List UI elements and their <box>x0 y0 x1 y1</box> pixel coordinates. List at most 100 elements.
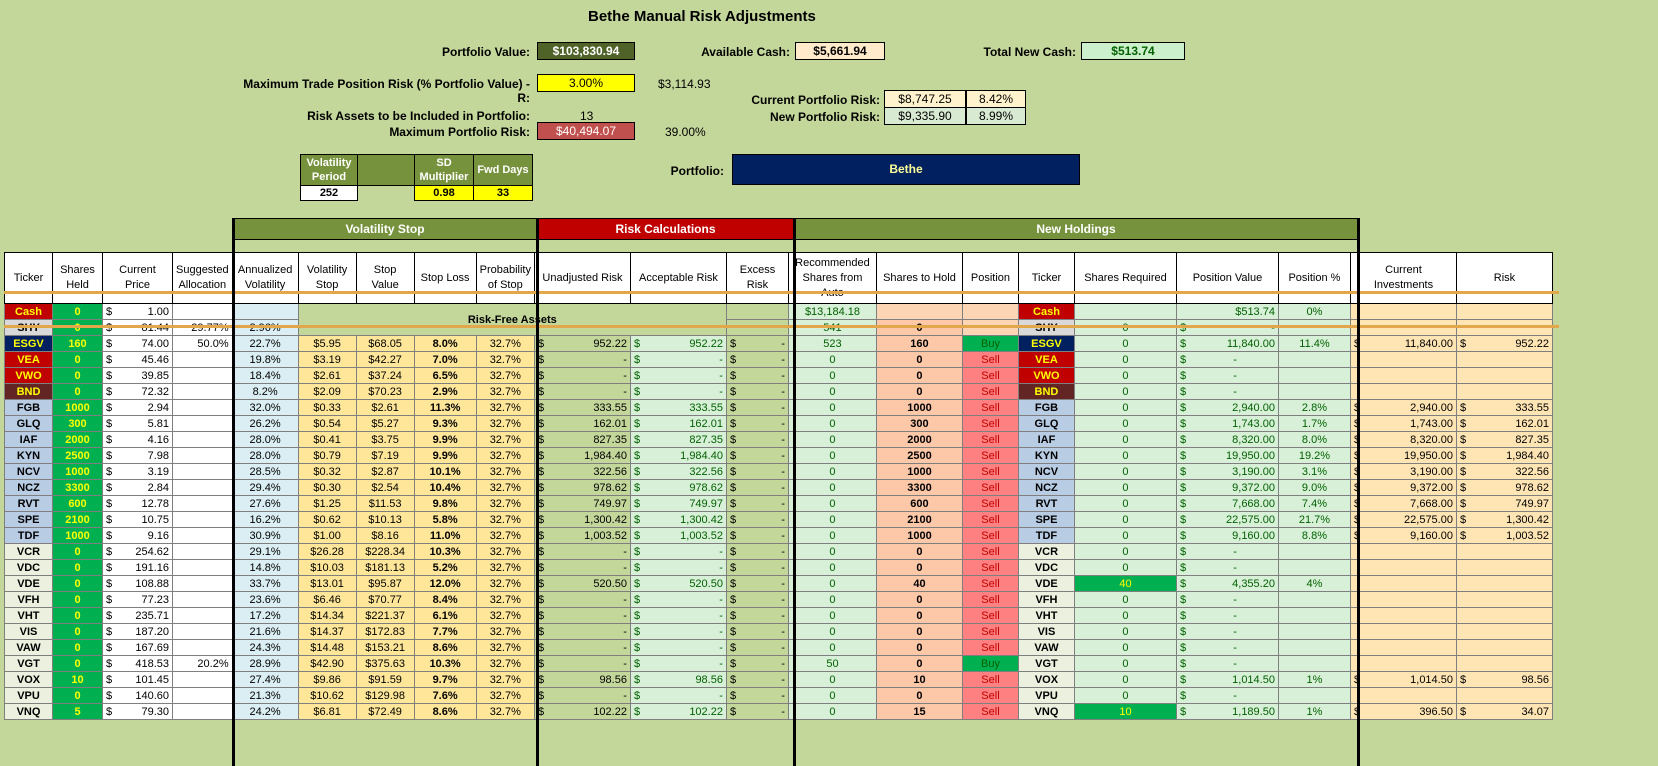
position-cell[interactable]: Sell <box>961 671 1019 688</box>
position-cell[interactable]: Sell <box>961 399 1019 416</box>
risk-cell <box>1455 575 1553 592</box>
stop-value-cell: $8.16 <box>355 527 415 544</box>
current-inv-cell <box>1349 543 1457 560</box>
acceptable-risk-cell: $ - <box>629 607 727 624</box>
cell-value: 9,372.00 <box>1232 481 1275 494</box>
position-cell[interactable]: Sell <box>961 431 1019 448</box>
shares-held-cell: 2500 <box>52 447 103 464</box>
position-cell[interactable]: Sell <box>961 367 1019 384</box>
position-cell[interactable]: Sell <box>961 495 1019 512</box>
current-price-cell: $418.53 <box>102 655 173 672</box>
cell-value: 1,003.52 <box>584 529 627 542</box>
cell-value: 1,300.42 <box>584 513 627 526</box>
required-cell <box>1073 303 1177 320</box>
position-cell[interactable]: Sell <box>961 687 1019 704</box>
position-cell[interactable]: Sell <box>961 527 1019 544</box>
portfolio-value[interactable]: $103,830.94 <box>537 42 635 60</box>
position-cell[interactable]: Sell <box>961 559 1019 576</box>
unadjusted-risk-cell: $ - <box>533 543 631 560</box>
position-cell[interactable]: Sell <box>961 639 1019 656</box>
recommended-cell: 0 <box>787 383 877 400</box>
excess-risk-cell: $ - <box>725 399 789 416</box>
recommended-cell: 0 <box>787 591 877 608</box>
position-cell[interactable]: Sell <box>961 479 1019 496</box>
acceptable-risk-cell: $952.22 <box>629 335 727 352</box>
position-cell[interactable]: Sell <box>961 623 1019 640</box>
position-cell[interactable]: Sell <box>961 383 1019 400</box>
currency-symbol: $ <box>729 545 737 558</box>
position-cell[interactable]: Buy <box>961 335 1019 352</box>
position-cell[interactable]: Sell <box>961 351 1019 368</box>
position-value-cell: $4,355.20 <box>1175 575 1279 592</box>
currency-symbol: $ <box>1179 465 1187 478</box>
currency-symbol: $ <box>633 657 641 670</box>
cell-value: 98.56 <box>695 673 723 686</box>
max-trade-risk-pct[interactable]: 3.00% <box>537 74 635 92</box>
current-inv-cell <box>1349 559 1457 576</box>
recommended-cell: 0 <box>787 559 877 576</box>
position-value-cell: $- <box>1175 559 1279 576</box>
available-cash[interactable]: $5,661.94 <box>795 42 885 60</box>
shares-held-cell: 1000 <box>52 527 103 544</box>
currency-symbol: $ <box>633 417 641 430</box>
position-cell[interactable]: Sell <box>961 703 1019 720</box>
position-cell[interactable]: Sell <box>961 415 1019 432</box>
column-header: Current Investments <box>1349 252 1457 304</box>
allocation-cell <box>172 399 233 416</box>
new-risk-pct: 8.99% <box>966 107 1026 125</box>
currency-symbol: $ <box>729 529 737 542</box>
shares-held-cell: 3300 <box>52 479 103 496</box>
position-cell[interactable]: Sell <box>961 463 1019 480</box>
ticker2-cell: VDC <box>1017 559 1075 576</box>
vol-stop-cell: $5.95 <box>297 335 357 352</box>
cell-value: - <box>719 353 723 366</box>
currency-symbol: $ <box>1179 673 1187 686</box>
current-inv-cell: $11,840.00 <box>1349 335 1457 352</box>
position-cell[interactable]: Sell <box>961 575 1019 592</box>
currency-symbol: $ <box>633 609 641 622</box>
fwd-days-value[interactable]: 33 <box>473 185 533 201</box>
probability-cell: 32.7% <box>475 367 535 384</box>
position-cell[interactable]: Sell <box>961 607 1019 624</box>
portfolio-name[interactable]: Bethe <box>732 154 1080 185</box>
acceptable-risk-cell: $1,003.52 <box>629 527 727 544</box>
position-cell[interactable]: Sell <box>961 543 1019 560</box>
probability-cell: 32.7% <box>475 623 535 640</box>
position-value-cell: $1,014.50 <box>1175 671 1279 688</box>
position-value-cell: $22,575.00 <box>1175 511 1279 528</box>
shares-held-cell: 0 <box>52 655 103 672</box>
required-cell: 0 <box>1073 495 1177 512</box>
unadjusted-risk-cell: $827.35 <box>533 431 631 448</box>
current-inv-cell: $3,190.00 <box>1349 463 1457 480</box>
probability-cell: 32.7% <box>475 511 535 528</box>
current-price-cell: $39.85 <box>102 367 173 384</box>
cell-value: 74.00 <box>141 337 169 350</box>
position-cell[interactable]: Sell <box>961 591 1019 608</box>
currency-symbol: $ <box>633 689 641 702</box>
position-cell[interactable]: Sell <box>961 447 1019 464</box>
acceptable-risk-cell: $978.62 <box>629 479 727 496</box>
max-trade-risk-amt: $3,114.93 <box>658 77 711 91</box>
vol-period-value[interactable]: 252 <box>300 185 358 201</box>
annualized-vol-cell: 17.2% <box>231 607 299 624</box>
stop-loss-cell: 9.9% <box>413 431 477 448</box>
cell-value: 102.22 <box>689 705 723 718</box>
allocation-cell <box>172 639 233 656</box>
cell-value: 749.97 <box>1515 497 1549 510</box>
allocation-cell <box>172 559 233 576</box>
position-cell[interactable]: Buy <box>961 655 1019 672</box>
total-new-cash[interactable]: $513.74 <box>1081 42 1185 60</box>
position-pct-cell <box>1277 543 1351 560</box>
sd-multiplier-value[interactable]: 0.98 <box>414 185 474 201</box>
cell-value: 9.16 <box>147 529 169 542</box>
position-pct-cell: 11.4% <box>1277 335 1351 352</box>
ticker2-cell: BND <box>1017 383 1075 400</box>
probability-cell: 32.7% <box>475 655 535 672</box>
column-header-row: Ticker Shares Held Current Price Suggested … <box>4 252 1553 304</box>
cell-value: - <box>781 545 785 558</box>
position-cell[interactable]: Sell <box>961 511 1019 528</box>
excess-risk-cell: $ - <box>725 383 789 400</box>
currency-symbol: $ <box>1179 417 1187 430</box>
required-cell: 0 <box>1073 383 1177 400</box>
risk-cell <box>1455 639 1553 656</box>
